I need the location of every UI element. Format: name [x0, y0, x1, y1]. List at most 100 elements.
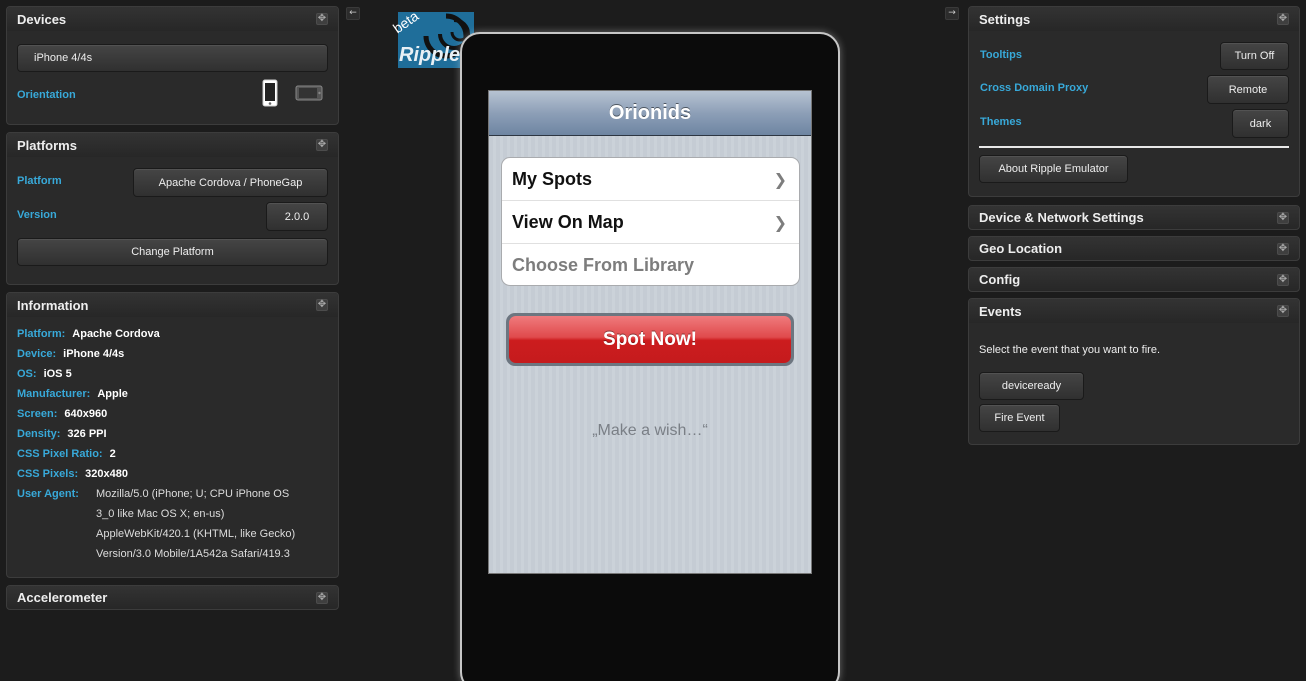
version-select-button[interactable]: 2.0.0: [266, 202, 328, 231]
spot-now-button-face: Spot Now!: [509, 316, 791, 363]
nav-title: Orionids: [608, 101, 692, 124]
platforms-panel-header[interactable]: Platforms ✥: [7, 133, 338, 157]
chevron-right-icon: ❯: [773, 212, 787, 232]
platform-label: Platform: [17, 175, 62, 187]
spot-now-button[interactable]: Spot Now!: [506, 313, 794, 366]
user-agent-line: AppleWebKit/420.1 (KHTML, like Gecko): [96, 528, 296, 540]
event-select[interactable]: deviceready: [979, 372, 1084, 400]
user-agent-line: Version/3.0 Mobile/1A542a Safari/419.3: [96, 548, 290, 560]
info-value: 2: [109, 448, 116, 460]
info-value: Apple: [97, 388, 128, 400]
move-icon[interactable]: ✥: [1277, 242, 1289, 255]
info-key: Platform:: [17, 328, 66, 340]
proxy-label: Cross Domain Proxy: [980, 82, 1089, 94]
chevron-right-icon: ❯: [773, 169, 787, 189]
move-icon[interactable]: ✥: [316, 139, 328, 151]
geo-location-panel-title: Geo Location: [979, 241, 1063, 256]
list-item-label: My Spots: [512, 168, 593, 189]
device-network-panel-header[interactable]: Device & Network Settings ✥: [969, 206, 1299, 229]
accelerometer-panel: Accelerometer ✥: [6, 585, 339, 610]
platforms-panel: Platforms ✥ Platform Apache Cordova / Ph…: [6, 132, 339, 285]
info-row-os: OS: iOS 5: [17, 368, 72, 380]
information-panel: Information ✥ Platform: Apache Cordova De…: [6, 292, 339, 578]
info-key: OS:: [17, 368, 37, 380]
info-key: CSS Pixels:: [17, 468, 79, 480]
accelerometer-panel-header[interactable]: Accelerometer ✥: [7, 586, 338, 609]
tooltips-label: Tooltips: [980, 49, 1022, 61]
user-agent-value: Mozilla/5.0 (iPhone; U; CPU iPhone OS 3_…: [96, 484, 332, 564]
themes-label: Themes: [980, 116, 1022, 128]
information-panel-title: Information: [17, 297, 89, 313]
accelerometer-panel-title: Accelerometer: [17, 590, 108, 605]
info-row-screen: Screen: 640x960: [17, 408, 107, 420]
events-panel-header[interactable]: Events ✥: [969, 299, 1299, 323]
fire-event-button[interactable]: Fire Event: [979, 404, 1060, 432]
devices-panel-title: Devices: [17, 11, 67, 27]
settings-panel: Settings ✥ Tooltips Turn Off Cross Domai…: [968, 6, 1300, 197]
list-item-view-on-map[interactable]: View On Map ❯: [502, 201, 799, 244]
move-icon[interactable]: ✥: [1277, 13, 1289, 25]
orientation-label: Orientation: [17, 89, 76, 101]
info-row-density: Density: 326 PPI: [17, 428, 107, 440]
tooltips-toggle-button[interactable]: Turn Off: [1220, 42, 1289, 70]
events-panel-title: Events: [979, 303, 1022, 319]
device-select-button[interactable]: iPhone 4/4s: [17, 44, 328, 72]
move-icon[interactable]: ✥: [1277, 273, 1289, 286]
info-key: Screen:: [17, 408, 58, 420]
info-value: iOS 5: [43, 368, 72, 380]
info-row-user-agent: User Agent:: [17, 488, 79, 500]
list-item-label: Choose From Library: [512, 255, 695, 275]
user-agent-line: 3_0 like Mac OS X; en-us): [96, 508, 225, 520]
devices-panel-header[interactable]: Devices ✥: [7, 7, 338, 31]
events-panel: Events ✥ Select the event that you want …: [968, 298, 1300, 445]
device-network-panel-title: Device & Network Settings: [979, 210, 1144, 225]
list-item-choose-from-library[interactable]: Choose From Library: [502, 244, 799, 285]
device-select-label: iPhone 4/4s: [34, 52, 93, 64]
info-row-pixel-ratio: CSS Pixel Ratio: 2: [17, 448, 116, 460]
about-ripple-button[interactable]: About Ripple Emulator: [979, 155, 1128, 183]
platform-select-value: Apache Cordova / PhoneGap: [158, 176, 303, 189]
proxy-select-value: Remote: [1228, 83, 1268, 96]
info-value: iPhone 4/4s: [63, 348, 125, 360]
move-icon[interactable]: ✥: [316, 299, 328, 311]
config-panel-title: Config: [979, 272, 1021, 287]
list-item-label: View On Map: [512, 211, 624, 232]
version-select-value: 2.0.0: [284, 210, 310, 223]
platform-select-button[interactable]: Apache Cordova / PhoneGap: [133, 168, 328, 197]
info-row-device: Device: iPhone 4/4s: [17, 348, 124, 360]
portrait-orientation-icon[interactable]: [262, 79, 278, 107]
move-icon[interactable]: ✥: [1277, 305, 1289, 317]
devices-panel: Devices ✥ iPhone 4/4s Orientation: [6, 6, 339, 125]
events-description: Select the event that you want to fire.: [979, 344, 1160, 356]
device-network-panel: Device & Network Settings ✥: [968, 205, 1300, 230]
information-panel-header[interactable]: Information ✥: [7, 293, 338, 317]
collapse-right-arrow-icon[interactable]: →: [945, 7, 959, 20]
list-item-my-spots[interactable]: My Spots ❯: [502, 158, 799, 201]
ripple-wordmark: Ripple: [399, 44, 461, 66]
info-row-css-pixels: CSS Pixels: 320x480: [17, 468, 128, 480]
themes-select-button[interactable]: dark: [1232, 109, 1289, 138]
tooltips-toggle-label: Turn Off: [1234, 50, 1275, 62]
device-screen: Orionids My Spots ❯ View On Map ❯ Choose…: [488, 90, 812, 574]
settings-panel-header[interactable]: Settings ✥: [969, 7, 1299, 31]
info-key: Manufacturer:: [17, 388, 91, 400]
change-platform-button[interactable]: Change Platform: [17, 238, 328, 266]
info-value: 320x480: [85, 468, 128, 480]
collapse-left-arrow-icon[interactable]: ←: [346, 7, 360, 20]
move-icon[interactable]: ✥: [316, 591, 328, 604]
navigation-bar: Orionids: [489, 91, 811, 136]
proxy-select-button[interactable]: Remote: [1207, 75, 1289, 104]
info-key: Device:: [17, 348, 57, 360]
move-icon[interactable]: ✥: [1277, 211, 1289, 224]
settings-panel-title: Settings: [979, 11, 1031, 27]
config-panel-header[interactable]: Config ✥: [969, 268, 1299, 291]
spot-now-label: Spot Now!: [603, 328, 697, 350]
version-label: Version: [17, 209, 57, 221]
landscape-orientation-icon[interactable]: [295, 85, 323, 101]
about-ripple-label: About Ripple Emulator: [998, 163, 1109, 175]
geo-location-panel-header[interactable]: Geo Location ✥: [969, 237, 1299, 260]
menu-list: My Spots ❯ View On Map ❯ Choose From Lib…: [501, 157, 800, 286]
move-icon[interactable]: ✥: [316, 13, 328, 25]
change-platform-label: Change Platform: [131, 246, 214, 258]
info-value: Apache Cordova: [72, 328, 160, 340]
